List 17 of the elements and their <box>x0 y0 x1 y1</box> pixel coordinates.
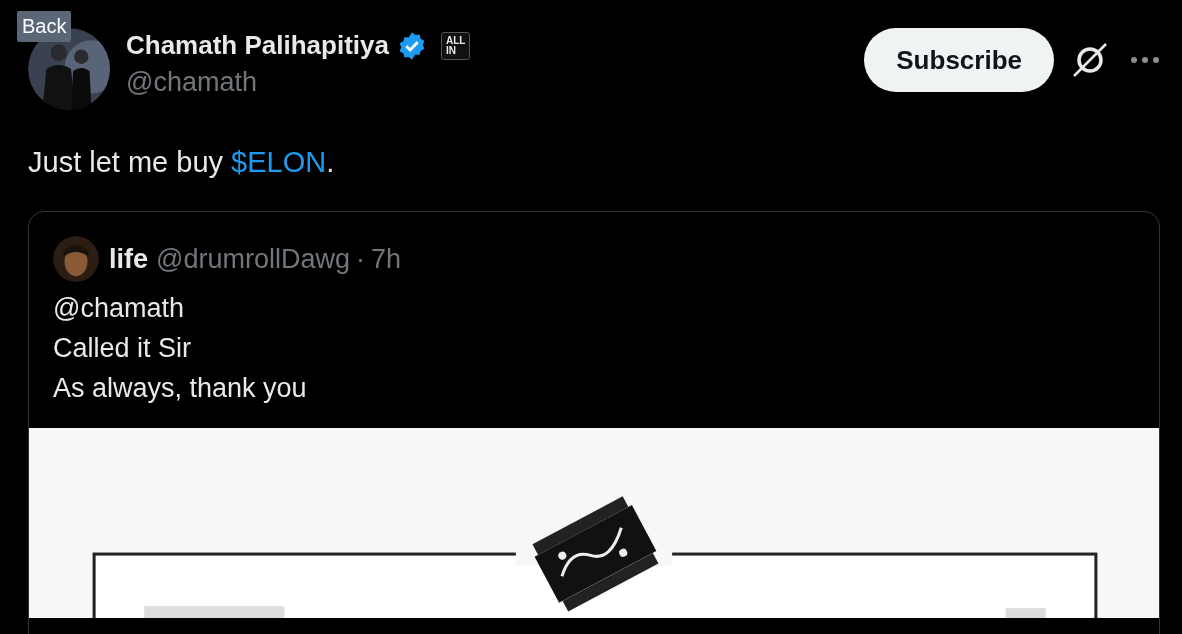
post-time[interactable]: 7h <box>371 243 402 275</box>
author-name[interactable]: Chamath Palihapitiya <box>126 30 389 61</box>
quoted-post-card[interactable]: life @drumrollDawg · 7h @chamath Called it Sir As always, thank you <box>28 211 1160 634</box>
quoted-text-line: @chamath <box>53 292 185 325</box>
post-text: Just let me buy $ELON. <box>28 146 336 179</box>
author-handle[interactable]: @chamath <box>126 67 471 98</box>
back-tooltip: Back <box>17 11 72 42</box>
quoted-text-line: As always, thank you <box>53 372 308 405</box>
subscribe-button[interactable]: Subscribe <box>864 28 1054 92</box>
affiliate-badge[interactable]: ALL IN <box>440 31 471 60</box>
quoted-text-line: Called it Sir <box>53 332 193 365</box>
cashtag-link[interactable]: $ELON <box>231 146 327 178</box>
separator: · <box>356 243 365 275</box>
avatar[interactable] <box>53 236 99 282</box>
quoted-author-name[interactable]: life <box>109 243 148 275</box>
more-icon[interactable] <box>1130 56 1160 64</box>
quoted-author-handle[interactable]: @drumrollDawg <box>156 243 350 275</box>
